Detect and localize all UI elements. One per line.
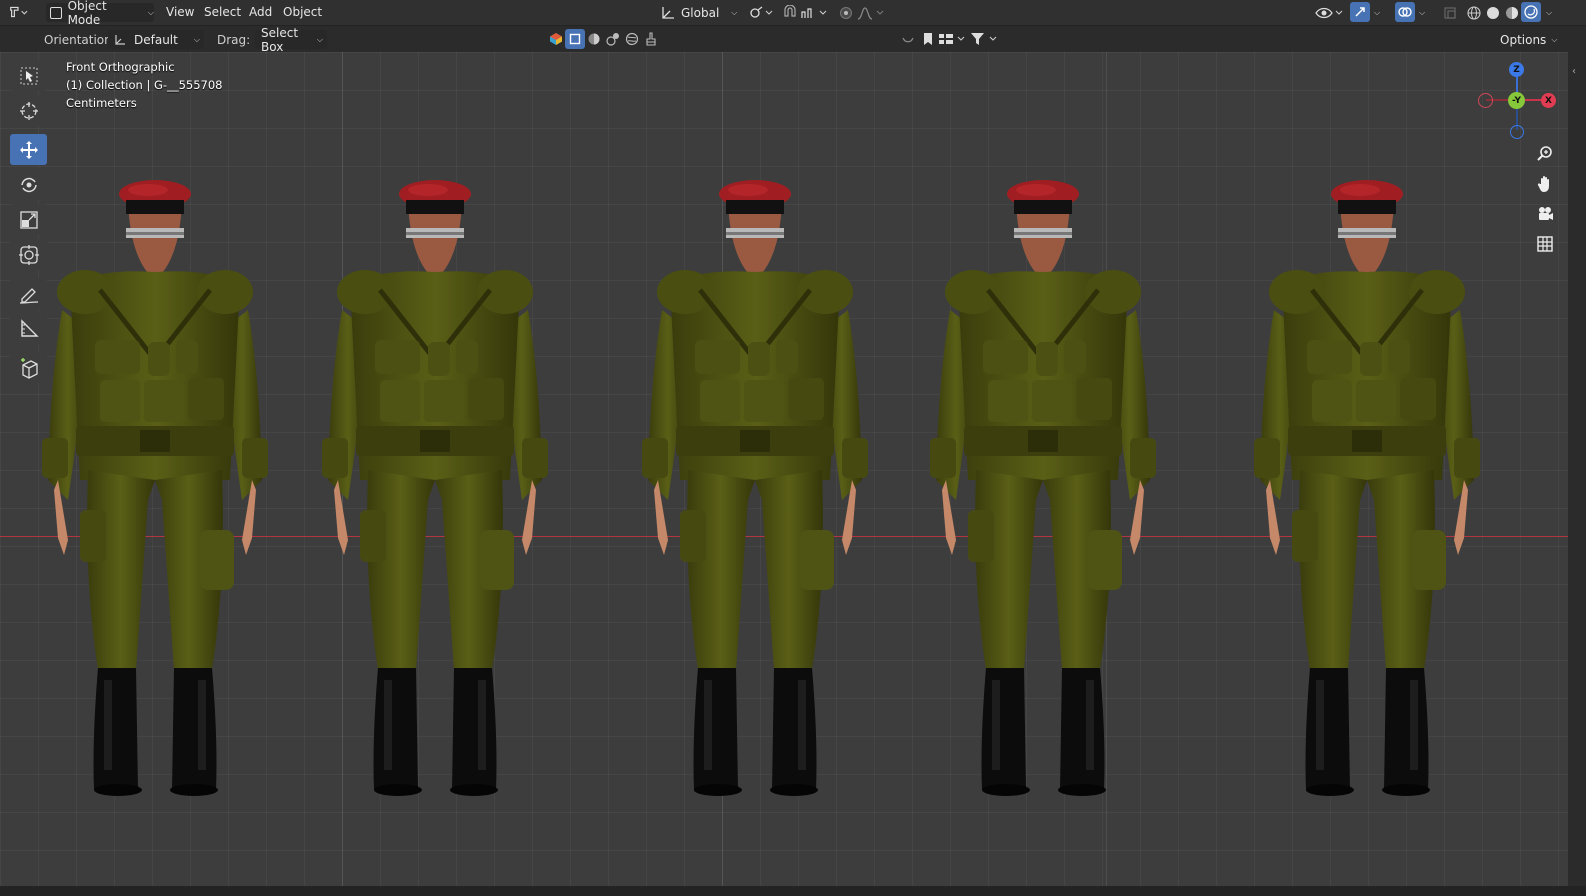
xray-toggle-icon[interactable] xyxy=(1440,3,1460,23)
gizmo-toggle-icon[interactable] xyxy=(1350,2,1370,22)
transform-icon xyxy=(18,244,39,265)
chevron-down-icon[interactable]: ⌵ xyxy=(1419,8,1425,18)
orientation-label: Orientation: xyxy=(44,33,116,47)
viewport-header: Object Mode ⌵ View Select Add Object Glo… xyxy=(0,0,1586,27)
measure-icon xyxy=(20,318,39,337)
cursor-tool[interactable] xyxy=(10,95,47,126)
chevron-down-icon: ⌵ xyxy=(731,7,738,17)
zoom-icon xyxy=(1537,146,1552,161)
camera-view-button[interactable] xyxy=(1533,202,1557,226)
editor-type-icon[interactable] xyxy=(8,2,28,22)
tool-settings-bar: Orientation: Default ⌵ Drag: Select Box … xyxy=(0,26,1586,74)
transform-orientation-dropdown[interactable]: Global ⌵ xyxy=(660,3,740,22)
add-cube-icon xyxy=(20,357,38,379)
filter-all-icon[interactable] xyxy=(546,29,566,49)
pan-button[interactable] xyxy=(1533,172,1557,196)
mode-dropdown[interactable]: Object Mode ⌵ xyxy=(46,0,154,27)
soldier-model[interactable] xyxy=(320,180,550,850)
mode-label: Object Mode xyxy=(67,0,107,27)
zoom-button[interactable] xyxy=(1533,142,1557,166)
display-mode-icon[interactable] xyxy=(938,29,968,49)
gizmo-z-axis[interactable]: Z xyxy=(1509,62,1524,77)
rendered-shading-icon[interactable] xyxy=(1521,2,1541,22)
gizmo-y-label: -Y xyxy=(1512,95,1521,106)
menu-object[interactable]: Object xyxy=(283,5,322,19)
orientation-axes-icon xyxy=(662,6,674,19)
drag-label: Drag: xyxy=(217,33,251,47)
units-label: Centimeters xyxy=(66,96,137,110)
solid-shading-icon[interactable] xyxy=(1483,3,1503,23)
gizmo-x-label: X xyxy=(1545,95,1552,106)
snap-target-icon[interactable] xyxy=(800,3,830,23)
material-preview-shading-icon[interactable] xyxy=(1502,3,1522,23)
visibility-icon[interactable] xyxy=(1314,3,1344,23)
overlays-toggle-icon[interactable] xyxy=(1395,2,1415,22)
move-tool[interactable] xyxy=(10,134,47,165)
annotate-icon xyxy=(19,287,38,304)
move-icon xyxy=(19,140,38,159)
scale-icon xyxy=(19,210,38,229)
select-box-tool[interactable] xyxy=(10,60,47,91)
proportional-editing-icon[interactable] xyxy=(836,3,856,23)
soldier-model[interactable] xyxy=(640,180,870,850)
3d-viewport[interactable]: Front Orthographic (1) Collection | G-__… xyxy=(0,52,1568,886)
filter-brush-icon[interactable] xyxy=(641,29,661,49)
orientation-dropdown[interactable]: Default ⌵ xyxy=(108,30,204,49)
menu-view[interactable]: View xyxy=(166,5,194,19)
rotate-icon xyxy=(20,177,37,192)
toggle-ortho-button[interactable] xyxy=(1533,232,1557,256)
select-box-icon xyxy=(20,67,37,84)
grid-icon xyxy=(1537,236,1553,252)
status-bar xyxy=(0,886,1586,896)
orientation-value: Default xyxy=(134,32,178,47)
sidebar-collapsed[interactable]: ‹ xyxy=(1568,52,1586,886)
pivot-point-icon[interactable] xyxy=(746,3,774,23)
soldier-model[interactable] xyxy=(40,180,270,850)
camera-icon xyxy=(1539,207,1553,220)
gizmo-x-axis[interactable]: X xyxy=(1541,93,1556,108)
filter-world-icon[interactable] xyxy=(622,29,642,49)
view-name: Front Orthographic xyxy=(66,60,175,74)
collection-info: (1) Collection | G-__555708 xyxy=(66,78,223,92)
soldier-model[interactable] xyxy=(1252,180,1482,850)
menu-select[interactable]: Select xyxy=(204,5,241,19)
snap-toggle-icon[interactable] xyxy=(780,3,800,23)
drag-dropdown[interactable]: Select Box ⌵ xyxy=(255,26,327,54)
filter-funnel-icon[interactable] xyxy=(970,29,1000,49)
chevron-down-icon[interactable]: ⌵ xyxy=(1374,8,1380,18)
bookmark-icon[interactable] xyxy=(918,29,938,49)
chevron-down-icon[interactable]: ⌵ xyxy=(1546,8,1552,18)
gizmo-neg-y-axis[interactable]: -Y xyxy=(1508,92,1525,109)
transform-orientation-value: Global xyxy=(681,5,720,20)
filter-object-icon[interactable] xyxy=(565,29,585,49)
gizmo-z-label: Z xyxy=(1513,64,1520,75)
chevron-down-icon: ⌵ xyxy=(316,34,323,44)
options-dropdown[interactable]: Options ⌵ xyxy=(1500,30,1560,49)
falloff-curve-icon[interactable] xyxy=(856,3,886,23)
wireframe-shading-icon[interactable] xyxy=(1464,3,1484,23)
filter-texture-icon[interactable] xyxy=(603,29,623,49)
gizmo-neg-x-axis[interactable] xyxy=(1478,93,1493,108)
menu-add[interactable]: Add xyxy=(249,5,272,19)
cursor-icon xyxy=(19,101,38,120)
toggle-curve-icon[interactable] xyxy=(898,29,918,49)
hand-icon xyxy=(1537,176,1549,192)
drag-value: Select Box xyxy=(261,25,299,54)
object-mode-icon xyxy=(50,6,62,19)
soldier-model[interactable] xyxy=(928,180,1158,850)
chevron-down-icon: ⌵ xyxy=(193,34,200,44)
orientation-axes-icon xyxy=(115,34,125,45)
gizmo-neg-z-axis[interactable] xyxy=(1510,125,1524,139)
chevron-down-icon: ⌵ xyxy=(1551,34,1558,44)
chevron-left-icon[interactable]: ‹ xyxy=(1572,66,1576,77)
filter-material-icon[interactable] xyxy=(584,29,604,49)
options-label: Options xyxy=(1500,32,1547,47)
chevron-down-icon: ⌵ xyxy=(147,7,154,17)
